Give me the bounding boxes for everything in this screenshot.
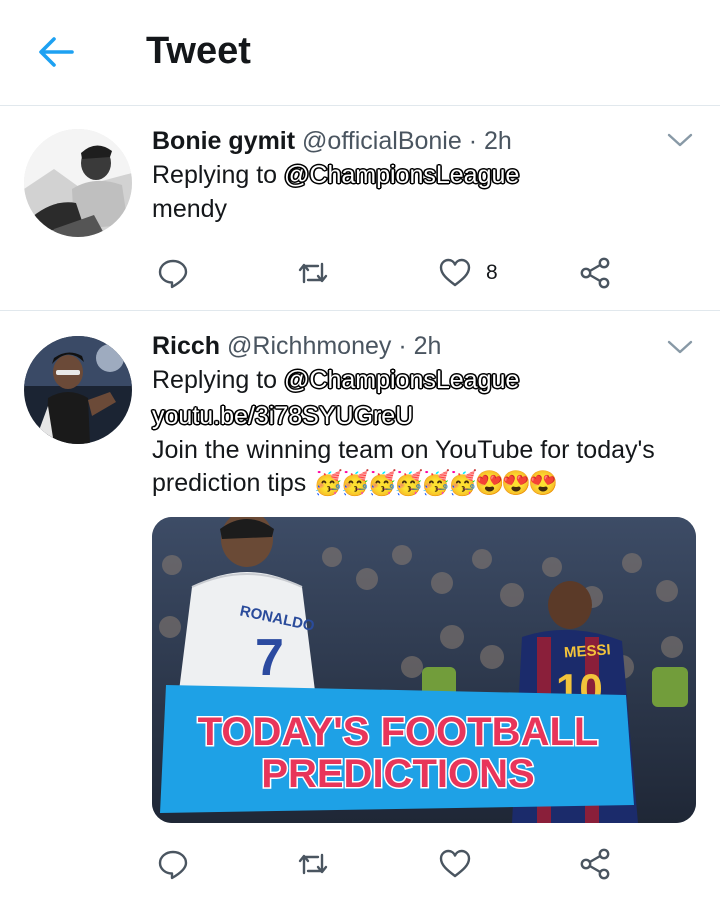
tweet-actions: 8	[152, 253, 622, 293]
tweet-body: Bonie gymit @officialBonie · 2h Replying…	[152, 125, 697, 226]
jersey-number-left: 7	[255, 629, 284, 687]
reply-icon	[158, 850, 188, 880]
tweet-text: mendy	[152, 195, 228, 223]
tweet[interactable]: Bonie gymit @officialBonie · 2h Replying…	[0, 107, 720, 311]
emoji-run: 🥳🥳🥳🥳🥳🥳😍😍😍	[313, 470, 558, 497]
url-link[interactable]: youtu.be/3i78SYUGreU	[152, 402, 413, 430]
reply-icon	[158, 259, 188, 289]
share-button[interactable]	[578, 253, 612, 293]
tweet-body: Ricch @Richhmoney · 2h Replying to @Cham…	[152, 330, 697, 500]
share-button[interactable]	[578, 844, 612, 884]
author-handle[interactable]: @officialBonie	[302, 127, 462, 155]
like-button[interactable]	[438, 844, 472, 884]
retweet-icon	[298, 853, 328, 875]
author-handle[interactable]: @Richhmoney	[227, 332, 391, 360]
share-icon	[580, 257, 610, 289]
meta-separator: ·	[468, 127, 478, 155]
share-icon	[580, 848, 610, 880]
avatar[interactable]	[24, 336, 132, 444]
chevron-down-icon	[667, 340, 693, 354]
author-name[interactable]: Ricch	[152, 332, 220, 360]
chevron-down-icon	[667, 133, 693, 147]
replying-to: Replying to @ChampionsLeague	[152, 362, 697, 398]
jersey-name-right: MESSI	[563, 641, 611, 661]
tweet-time: 2h	[484, 127, 512, 155]
link-line: youtu.be/3i78SYUGreU	[152, 398, 697, 434]
meta-separator: ·	[398, 332, 407, 360]
replying-to: Replying to @ChampionsLeague	[152, 157, 697, 193]
mention-link[interactable]: @ChampionsLeague	[284, 366, 519, 394]
more-button[interactable]	[666, 131, 694, 149]
banner-line-2: PREDICTIONS	[261, 752, 534, 796]
banner-line-1: TODAY'S FOOTBALL	[198, 710, 599, 754]
like-count: 8	[486, 261, 498, 284]
retweet-icon	[298, 262, 328, 284]
avatar[interactable]	[24, 129, 132, 237]
page-title: Tweet	[146, 30, 251, 72]
tweet[interactable]: Ricch @Richhmoney · 2h Replying to @Cham…	[0, 312, 720, 901]
author-name[interactable]: Bonie gymit	[152, 127, 295, 155]
retweet-button[interactable]	[296, 253, 330, 293]
like-button[interactable]: 8	[438, 253, 498, 293]
tweet-text: Join the winning team on YouTube for tod…	[152, 434, 697, 500]
arrow-left-icon	[39, 37, 74, 67]
heart-icon	[439, 258, 471, 287]
replying-prefix: Replying to	[152, 161, 278, 189]
tweet-meta: Bonie gymit @officialBonie · 2h	[152, 125, 697, 157]
reply-button[interactable]	[156, 844, 190, 884]
reply-button[interactable]	[156, 253, 190, 293]
tweet-time: 2h	[413, 332, 442, 360]
replying-prefix: Replying to	[152, 366, 278, 394]
heart-icon	[439, 849, 471, 878]
more-button[interactable]	[666, 338, 694, 356]
media-image[interactable]: RONALDO 7 MESSI 10 TODAY'S FOOTBALL PRED…	[152, 517, 696, 823]
mention-link[interactable]: @ChampionsLeague	[284, 161, 519, 189]
retweet-button[interactable]	[296, 844, 330, 884]
tweet-actions	[152, 844, 622, 884]
back-button[interactable]	[36, 34, 76, 70]
tweet-meta: Ricch @Richhmoney · 2h	[152, 330, 697, 362]
app-header: Tweet	[0, 0, 720, 106]
